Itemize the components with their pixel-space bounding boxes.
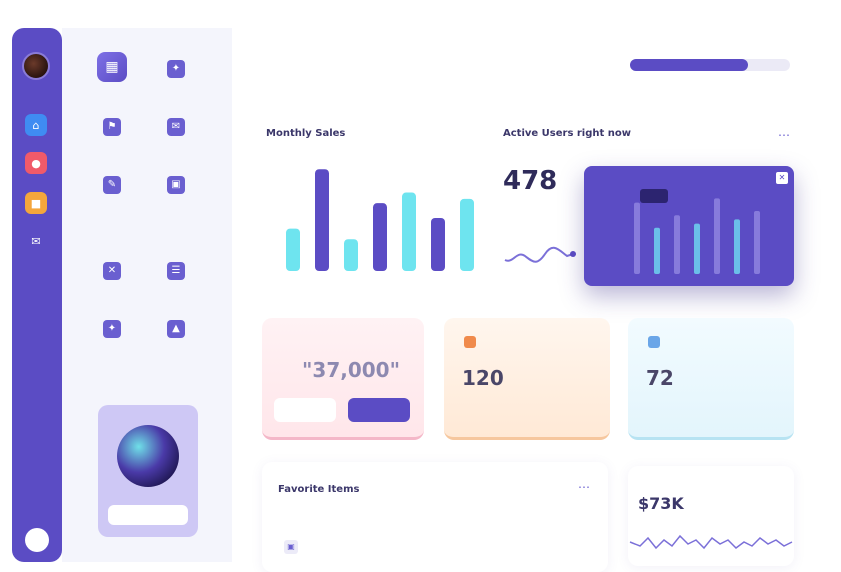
quote-value: "37,000" xyxy=(302,358,401,382)
calendar-icon: ▣ xyxy=(167,176,185,194)
red-app-icon[interactable]: ● xyxy=(25,152,47,174)
blue-app-icon[interactable]: ⌂ xyxy=(25,114,47,136)
app-launcher-item[interactable]: ✦ xyxy=(146,60,206,86)
item-icon: ▣ xyxy=(284,540,298,554)
sales-bar[interactable] xyxy=(344,239,358,271)
active-users-sparkline xyxy=(504,246,576,263)
avatar[interactable] xyxy=(22,52,50,80)
revenue-line xyxy=(629,534,793,550)
profile-button[interactable] xyxy=(25,528,49,552)
popup-bar[interactable] xyxy=(674,215,680,274)
sales-bar[interactable] xyxy=(460,198,474,271)
app-launcher-item[interactable]: ✎ xyxy=(82,176,142,202)
orange-card-icon xyxy=(464,336,476,348)
sparkline-path xyxy=(504,246,574,263)
favorite-items-title: Favorite Items xyxy=(278,484,360,495)
apps-icon: ✦ xyxy=(167,60,185,78)
app-launcher-item[interactable]: ✦ xyxy=(82,320,142,346)
promo-card xyxy=(98,405,198,537)
app-launcher-item[interactable]: ☰ xyxy=(146,262,206,288)
bookmark-icon: ⚑ xyxy=(103,118,121,136)
sales-bar[interactable] xyxy=(373,203,387,271)
popup-bar-chart xyxy=(634,198,760,274)
more-icon[interactable]: ⋯ xyxy=(778,128,790,142)
promo-illustration xyxy=(117,425,179,487)
app-launcher-item[interactable]: ▦ xyxy=(82,52,142,90)
blue-card-icon xyxy=(648,336,660,348)
card-value: 120 xyxy=(462,366,504,390)
user-icon: ✕ xyxy=(103,262,121,280)
monthly-sales-chart xyxy=(286,169,474,271)
app-launcher-item[interactable]: ▲ xyxy=(146,320,206,346)
chat-icon: ✎ xyxy=(103,176,121,194)
popup-bar[interactable] xyxy=(694,223,700,274)
popup-bar[interactable] xyxy=(734,219,740,274)
quote-card: "37,000" xyxy=(262,318,424,440)
popup-tooltip xyxy=(640,189,668,203)
promo-button[interactable] xyxy=(108,505,188,525)
dashboard-icon: ▦ xyxy=(97,52,127,82)
blue-stat-card: 72 xyxy=(628,318,794,440)
sales-bar[interactable] xyxy=(315,169,329,271)
revenue-card: $73K xyxy=(628,466,794,566)
popup-bar[interactable] xyxy=(634,202,640,274)
orange-stat-card: 120 xyxy=(444,318,610,440)
revenue-sparkline xyxy=(629,534,793,550)
active-users-count: 478 xyxy=(503,166,558,196)
revenue-value: $73K xyxy=(638,494,684,513)
progress-fill xyxy=(630,59,749,71)
popup-chart-card: ✕ xyxy=(584,166,794,286)
folder-icon: ▲ xyxy=(167,320,185,338)
card-value: 72 xyxy=(646,366,674,390)
orange-app-icon[interactable]: ■ xyxy=(25,192,47,214)
chat-icon[interactable]: ✉ xyxy=(25,230,47,252)
mail-icon: ✉ xyxy=(167,118,185,136)
grid-icon: ☰ xyxy=(167,262,185,280)
progress-bar xyxy=(630,59,790,71)
dashboard-page: ⌂ ● ■ ✉ ▦ ✦ ⚑ ✉ ✎ ▣ ✕ ☰ ✦ ▲ Monthly Sales Active Use… xyxy=(0,0,841,572)
sales-bar[interactable] xyxy=(431,218,445,271)
more-icon[interactable]: ⋯ xyxy=(578,480,590,494)
favorite-items-panel: Favorite Items ⋯ ▣ xyxy=(262,462,608,572)
app-launcher-item[interactable]: ✕ xyxy=(82,262,142,288)
app-launcher-item[interactable]: ⚑ xyxy=(82,118,142,144)
monthly-sales-title: Monthly Sales xyxy=(266,128,346,139)
app-launcher-item[interactable]: ▣ xyxy=(146,176,206,202)
close-icon[interactable]: ✕ xyxy=(776,172,788,184)
primary-button[interactable] xyxy=(348,398,410,422)
popup-bar[interactable] xyxy=(714,198,720,274)
popup-bar[interactable] xyxy=(754,211,760,274)
popup-bar[interactable] xyxy=(654,227,660,274)
active-users-title: Active Users right now xyxy=(503,128,632,139)
app-launcher-item[interactable]: ✉ xyxy=(146,118,206,144)
sales-bar[interactable] xyxy=(402,192,416,271)
secondary-button[interactable] xyxy=(274,398,336,422)
sales-bar[interactable] xyxy=(286,228,300,271)
settings-icon: ✦ xyxy=(103,320,121,338)
sparkline-point xyxy=(570,251,576,257)
left-rail: ⌂ ● ■ ✉ xyxy=(12,28,62,562)
